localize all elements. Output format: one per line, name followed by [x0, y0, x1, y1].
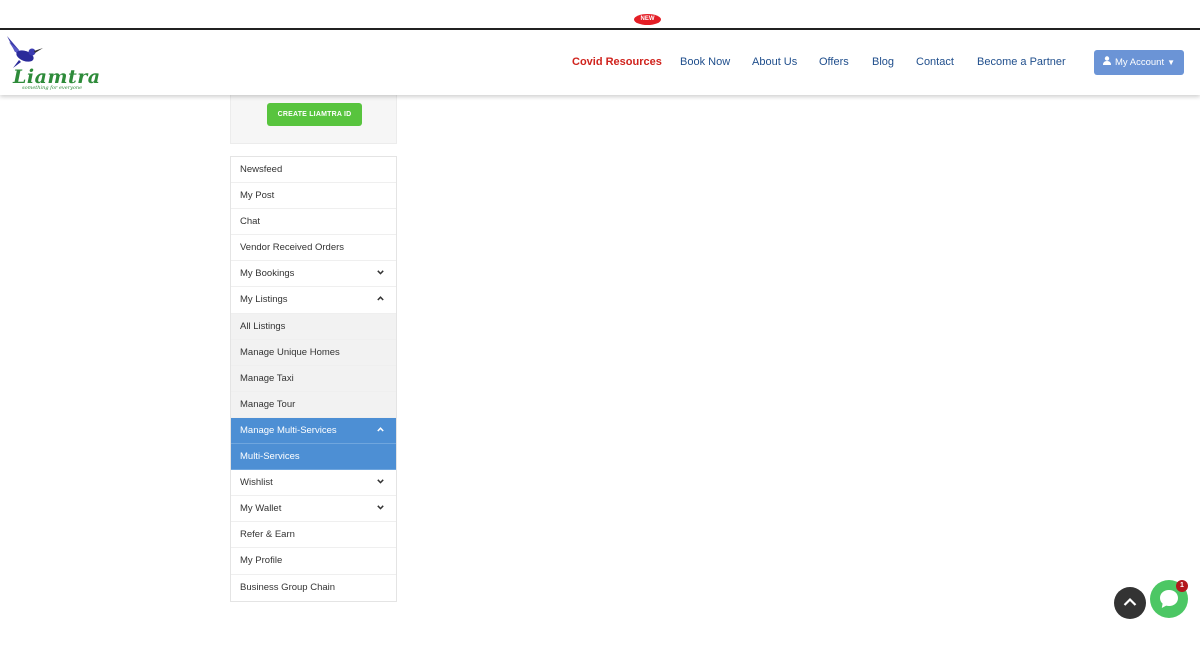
site-logo[interactable]: Liamtra something for everyone [5, 32, 100, 92]
nav-become-partner[interactable]: Become a Partner [977, 56, 1066, 72]
sidebar-item-label: Refer & Earn [240, 529, 295, 541]
sidebar-item-manage-unique-homes[interactable]: Manage Unique Homes [231, 339, 396, 366]
nav-offers[interactable]: Offers [819, 56, 849, 72]
nav-contact[interactable]: Contact [916, 56, 954, 72]
sidebar-item-wishlist[interactable]: Wishlist [231, 470, 396, 497]
sidebar-item-refer-earn[interactable]: Refer & Earn [231, 522, 396, 549]
sidebar-item-manage-tour[interactable]: Manage Tour [231, 391, 396, 418]
create-liamtra-id-button[interactable]: CREATE LIAMTRA ID [267, 103, 362, 126]
sidebar-item-chat[interactable]: Chat [231, 209, 396, 236]
sidebar-item-all-listings[interactable]: All Listings [231, 313, 396, 340]
nav-about-us[interactable]: About Us [752, 56, 797, 72]
sidebar-item-label: Newsfeed [240, 164, 283, 175]
sidebar-item-label: Manage Tour [240, 398, 296, 410]
my-account-label: My Account [1115, 57, 1165, 69]
sidebar-item-label: My Bookings [240, 268, 295, 280]
site-header: Liamtra something for everyone Covid Res… [0, 30, 1200, 95]
sidebar-item-label: My Listings [240, 294, 288, 306]
sidebar-item-label: Business Group Chain [240, 581, 336, 593]
my-account-button[interactable]: My Account ▼ [1094, 50, 1184, 75]
sidebar-item-label: All Listings [240, 320, 286, 332]
sidebar-item-label: Multi-Services [240, 451, 300, 463]
sidebar-item-label: My Wallet [240, 503, 282, 515]
nav-book-now[interactable]: Book Now [680, 56, 730, 72]
chat-bubble-icon [1160, 590, 1178, 608]
chevron-down-icon [377, 261, 387, 287]
sidebar-item-manage-multi-services[interactable]: Manage Multi-Services [231, 417, 396, 445]
logo-tagline: something for everyone [22, 85, 83, 91]
sidebar-item-vendor-received-orders[interactable]: Vendor Received Orders [231, 235, 396, 262]
sidebar-item-label: Chat [240, 216, 261, 228]
chevron-up-icon [377, 418, 387, 444]
sidebar-item-multi-services[interactable]: Multi-Services [231, 444, 396, 471]
user-icon [1103, 50, 1111, 75]
sidebar-item-manage-taxi[interactable]: Manage Taxi [231, 365, 396, 392]
scroll-to-top-button[interactable] [1114, 587, 1146, 619]
sidebar-item-label: Manage Unique Homes [240, 346, 340, 358]
sidebar-item-label: Manage Taxi [240, 372, 294, 384]
nav-blog[interactable]: Blog [872, 56, 894, 72]
chevron-down-icon [377, 496, 387, 522]
sidebar-item-newsfeed[interactable]: Newsfeed [231, 157, 396, 184]
sidebar-item-my-profile[interactable]: My Profile [231, 548, 396, 575]
chevron-up-icon [377, 287, 387, 313]
sidebar-item-label: My Profile [240, 555, 283, 567]
sidebar-item-my-post[interactable]: My Post [231, 183, 396, 210]
sidebar-item-business-group-chain[interactable]: Business Group Chain [231, 575, 396, 601]
sidebar-menu: Newsfeed My Post Chat Vendor Received Or… [230, 156, 397, 602]
nav-covid-resources[interactable]: Covid Resources [572, 56, 662, 72]
new-badge: NEW [634, 14, 661, 25]
sidebar-item-label: My Post [240, 190, 275, 202]
create-id-panel: CREATE LIAMTRA ID [230, 95, 397, 144]
sidebar-item-label: Wishlist [240, 477, 273, 489]
sidebar-item-label: Vendor Received Orders [240, 242, 345, 254]
sidebar-item-my-wallet[interactable]: My Wallet [231, 496, 396, 523]
chevron-down-icon [377, 470, 387, 496]
chevron-down-icon: ▼ [1167, 58, 1176, 68]
chat-unread-badge: 1 [1176, 580, 1188, 592]
sidebar-item-my-listings[interactable]: My Listings [231, 287, 396, 314]
chevron-up-icon [1123, 597, 1137, 606]
sidebar-item-label: Manage Multi-Services [240, 424, 337, 436]
sidebar-item-my-bookings[interactable]: My Bookings [231, 261, 396, 288]
